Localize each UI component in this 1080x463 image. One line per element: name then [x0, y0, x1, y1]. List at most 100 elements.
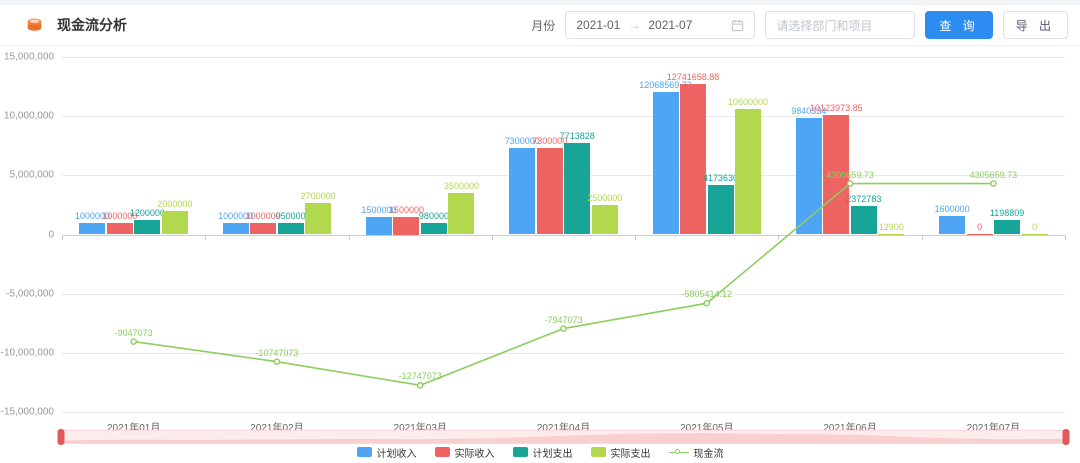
legend-item-计划收入[interactable]: 计划收入	[357, 445, 417, 460]
legend-item-实际收入[interactable]: 实际收入	[435, 445, 495, 460]
bar-value-label: 7713828	[560, 131, 595, 141]
legend-label: 实际收入	[455, 445, 495, 460]
bar-实际收入-2021年04月[interactable]	[537, 148, 563, 234]
date-start-value[interactable]: 2021-01	[576, 18, 620, 32]
query-button[interactable]: 查 询	[925, 11, 992, 39]
bar-计划支出-2021年03月[interactable]	[421, 223, 447, 235]
cashflow-point	[561, 326, 566, 331]
legend-swatch-icon	[591, 447, 606, 457]
x-axis-tick	[205, 235, 206, 240]
app-logo-icon	[26, 17, 43, 34]
x-axis-tick	[1065, 235, 1066, 240]
bar-value-label: 10600000	[728, 97, 768, 107]
cashflow-point-label: -5805414.12	[682, 289, 733, 299]
x-axis-tick	[922, 235, 923, 240]
bar-实际支出-2021年01月[interactable]	[162, 211, 188, 235]
x-axis-line	[62, 235, 1065, 236]
header-bar: 现金流分析 月份 2021-01 → 2021-07 请选择部门和项目	[0, 5, 1080, 46]
bar-计划支出-2021年04月[interactable]	[564, 143, 590, 234]
bar-value-label: 1200000	[130, 208, 165, 218]
bar-计划支出-2021年01月[interactable]	[134, 220, 160, 234]
x-axis-tick	[635, 235, 636, 240]
month-label: 月份	[531, 17, 555, 34]
bar-实际支出-2021年07月[interactable]	[1022, 234, 1048, 235]
bar-实际收入-2021年03月[interactable]	[393, 217, 419, 235]
bar-计划收入-2021年04月[interactable]	[509, 148, 535, 234]
bar-计划收入-2021年01月[interactable]	[79, 223, 105, 235]
bar-实际收入-2021年07月[interactable]	[967, 234, 993, 235]
x-axis-tick	[492, 235, 493, 240]
cashflow-point-label: -7947073	[544, 315, 582, 325]
bar-value-label: 2000000	[157, 199, 192, 209]
y-gridline	[62, 294, 1065, 295]
export-button[interactable]: 导 出	[1003, 11, 1068, 39]
y-axis-tick-label: -10,000,000	[0, 347, 54, 358]
bar-实际收入-2021年05月[interactable]	[680, 84, 706, 235]
cashflow-point	[418, 383, 423, 388]
bar-实际支出-2021年03月[interactable]	[448, 193, 474, 234]
legend-item-计划支出[interactable]: 计划支出	[513, 445, 573, 460]
date-end-value[interactable]: 2021-07	[648, 18, 692, 32]
bar-实际支出-2021年02月[interactable]	[305, 203, 331, 235]
bar-value-label: 10123973.85	[810, 103, 863, 113]
bar-value-label: 12741658.88	[667, 72, 720, 82]
bar-实际支出-2021年05月[interactable]	[735, 109, 761, 234]
bar-value-label: 2700000	[301, 191, 336, 201]
cashflow-point	[991, 181, 996, 186]
legend-label: 实际支出	[611, 445, 651, 460]
bar-value-label: 0	[1032, 222, 1037, 232]
legend-label: 计划收入	[377, 445, 417, 460]
bar-计划支出-2021年07月[interactable]	[994, 220, 1020, 234]
calendar-icon	[731, 19, 744, 32]
bar-计划收入-2021年07月[interactable]	[939, 216, 965, 235]
cashflow-point-label: -10747073	[255, 348, 298, 358]
legend-item-实际支出[interactable]: 实际支出	[591, 445, 651, 460]
y-gridline	[62, 412, 1065, 413]
y-axis-tick-label: 15,000,000	[0, 52, 54, 63]
legend-swatch-icon	[435, 447, 450, 457]
bar-实际收入-2021年01月[interactable]	[107, 223, 133, 235]
x-axis-tick	[778, 235, 779, 240]
page-title: 现金流分析	[57, 15, 127, 35]
cashflow-point-label: 4305659.73	[826, 170, 874, 180]
datazoom-slider[interactable]	[60, 430, 1067, 444]
y-axis-tick-label: 5,000,000	[0, 170, 54, 181]
legend-label: 现金流	[694, 445, 724, 460]
cashflow-point	[274, 359, 279, 364]
bar-计划收入-2021年06月[interactable]	[796, 118, 822, 234]
date-range-picker[interactable]: 2021-01 → 2021-07	[565, 11, 755, 39]
bar-计划支出-2021年02月[interactable]	[278, 223, 304, 234]
bar-value-label: 1600000	[935, 204, 970, 214]
dept-project-select[interactable]: 请选择部门和项目	[765, 11, 915, 39]
bar-实际支出-2021年06月[interactable]	[878, 234, 904, 235]
cashflow-point-label: 4305659.73	[970, 170, 1018, 180]
y-axis-tick-label: 0	[0, 229, 54, 240]
bar-计划支出-2021年05月[interactable]	[708, 185, 734, 234]
bar-计划支出-2021年06月[interactable]	[851, 206, 877, 234]
bar-计划收入-2021年03月[interactable]	[366, 217, 392, 235]
cashflow-point-label: -9047073	[115, 328, 153, 338]
cashflow-point-label: -12747073	[399, 371, 442, 381]
legend-swatch-icon	[357, 447, 372, 457]
datazoom-data-shadow	[61, 431, 1066, 443]
bar-实际收入-2021年02月[interactable]	[250, 223, 276, 235]
y-axis-tick-label: -5,000,000	[0, 288, 54, 299]
cashflow-line-series	[0, 46, 1080, 463]
bar-value-label: 950000	[276, 211, 306, 221]
y-gridline	[62, 57, 1065, 58]
bar-实际支出-2021年04月[interactable]	[592, 205, 618, 235]
bar-value-label: 12900	[879, 222, 904, 232]
bar-value-label: 0	[977, 222, 982, 232]
cashflow-page: 现金流分析 月份 2021-01 → 2021-07 请选择部门和项目	[0, 0, 1080, 463]
bar-计划收入-2021年02月[interactable]	[223, 223, 249, 235]
y-axis-tick-label: 10,000,000	[0, 111, 54, 122]
legend-label: 计划支出	[533, 445, 573, 460]
chart-legend: 计划收入 实际收入 计划支出 实际支出 现金流	[0, 443, 1080, 461]
dept-project-placeholder: 请选择部门和项目	[776, 17, 872, 34]
header-controls: 月份 2021-01 → 2021-07 请选择部门和项目 查 询 导	[531, 11, 1068, 39]
bar-value-label: 1198809	[990, 208, 1024, 218]
legend-item-现金流[interactable]: 现金流	[669, 445, 724, 460]
bar-计划收入-2021年05月[interactable]	[653, 92, 679, 235]
bar-value-label: 2372783	[846, 194, 881, 204]
x-axis-tick	[62, 235, 63, 240]
